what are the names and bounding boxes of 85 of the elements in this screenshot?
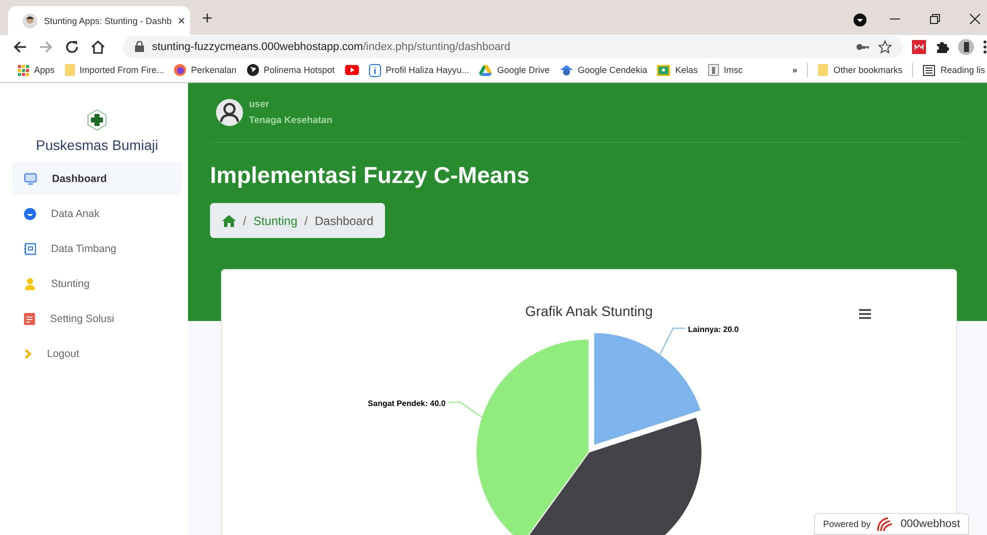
board-icon <box>657 64 670 76</box>
profile-avatar-icon[interactable] <box>958 38 974 54</box>
data-label: Sangat Pendek: 40.0 <box>368 398 446 408</box>
bookmark-label: Imported From Fire... <box>80 65 164 75</box>
user-name: user <box>249 99 270 110</box>
bookmark[interactable]: Polinema Hotspot <box>246 64 335 76</box>
breadcrumb-separator: / <box>304 214 308 228</box>
bookmark-label: Perkenalan <box>191 65 237 75</box>
bookmark-label: Polinema Hotspot <box>264 65 335 75</box>
avatar-icon <box>22 12 38 28</box>
apps-grid-icon <box>18 64 29 76</box>
bookmark-label: Imsc <box>724 65 743 75</box>
info-icon <box>368 64 381 76</box>
new-tab-button[interactable]: + <box>202 8 213 29</box>
chart-title: Grafik Anak Stunting <box>525 303 653 319</box>
bookmark[interactable]: Apps <box>18 64 55 76</box>
triangle-logo-icon <box>479 64 492 76</box>
breadcrumb-current: Dashboard <box>314 214 374 228</box>
lock-icon <box>135 41 144 52</box>
cap-icon <box>560 64 573 76</box>
bookmark[interactable]: Imsc <box>708 64 743 76</box>
page-icon <box>708 64 719 76</box>
sidebar-item[interactable]: Logout <box>12 337 182 370</box>
sidebar-item[interactable]: Data Anak <box>12 197 182 230</box>
url-text: stunting-fuzzycmeans.000webhostapp.com/index.php/stunting/dashboard <box>152 40 510 52</box>
bookmark[interactable]: Other bookmarks <box>818 64 902 76</box>
bookmark[interactable]: Imported From Fire... <box>64 64 164 76</box>
menu-icon[interactable] <box>859 309 871 319</box>
reload-icon[interactable] <box>65 40 79 54</box>
bookmark[interactable]: Google Cendekia <box>560 64 648 76</box>
bookmark[interactable]: Google Drive <box>479 64 550 76</box>
powered-by-badge[interactable]: Powered by 000webhost <box>814 513 969 535</box>
close-tab-button[interactable]: × <box>178 13 186 28</box>
folder-icon <box>64 64 75 76</box>
star-icon[interactable] <box>878 40 892 54</box>
browser-tab[interactable]: Stunting Apps: Stunting - Dashb × <box>8 6 190 35</box>
bookmark[interactable]: Perkenalan <box>174 64 237 76</box>
breadcrumb-link[interactable]: Stunting <box>253 214 298 228</box>
bookmark[interactable] <box>344 65 359 75</box>
breadcrumb-separator: / <box>243 214 246 228</box>
key-icon[interactable] <box>856 42 870 50</box>
user-role: Tenaga Kesehatan <box>249 115 332 126</box>
close-icon[interactable] <box>969 13 981 25</box>
extension-icon[interactable] <box>912 40 926 54</box>
sidebar-item[interactable]: Dashboard <box>12 162 182 195</box>
bookmark-label: Apps <box>34 65 55 75</box>
restore-icon[interactable] <box>929 13 941 25</box>
chevron-right-icon <box>24 348 32 358</box>
brand-text: 000webhost <box>900 518 960 530</box>
smiley-icon <box>24 208 36 220</box>
powered-by-text: Powered by <box>823 519 871 529</box>
leader-line <box>660 328 686 355</box>
health-cross-logo-icon <box>86 109 108 131</box>
person-icon <box>24 278 36 290</box>
profile-dropdown-icon[interactable] <box>853 13 867 27</box>
sidebar-item[interactable]: Setting Solusi <box>12 302 182 335</box>
bookmark-label: Profil Haliza Hayyu... <box>386 65 470 75</box>
home-icon[interactable] <box>91 40 105 54</box>
brand-name: Puskesmas Bumiaji <box>36 137 158 153</box>
more-bookmarks-button[interactable]: » <box>792 65 798 75</box>
user-avatar-icon <box>216 99 243 126</box>
bookmark-label: Kelas <box>675 65 698 75</box>
tab-title: Stunting Apps: Stunting - Dashb <box>44 16 172 26</box>
data-label: Lainnya: 20.0 <box>688 324 739 334</box>
back-icon[interactable] <box>13 40 27 54</box>
page-title: Implementasi Fuzzy C-Means <box>210 162 531 189</box>
bookmark[interactable]: Reading lis <box>923 64 985 76</box>
sidebar-item[interactable]: Stunting <box>12 267 182 300</box>
play-icon <box>344 65 359 75</box>
bookmark-label: Reading lis <box>940 65 985 75</box>
menu-icon[interactable] <box>983 40 987 54</box>
bookmark-label: Google Cendekia <box>578 65 648 75</box>
list-icon <box>923 64 936 76</box>
bookmark[interactable]: Kelas <box>657 64 698 76</box>
id-card-icon <box>24 242 36 254</box>
bookmark-label: Other bookmarks <box>833 65 902 75</box>
document-icon <box>24 312 35 324</box>
bookmark-label: Google Drive <box>497 65 550 75</box>
monitor-icon <box>24 172 37 184</box>
address-bar[interactable]: stunting-fuzzycmeans.000webhostapp.com/index.php/stunting/dashboard <box>123 36 903 58</box>
leader-line <box>448 402 482 418</box>
folder-icon <box>818 64 828 76</box>
puzzle-icon[interactable] <box>935 40 949 54</box>
sidebar-item[interactable]: Data Timbang <box>12 232 182 265</box>
bookmark[interactable]: Profil Haliza Hayyu... <box>368 64 470 76</box>
